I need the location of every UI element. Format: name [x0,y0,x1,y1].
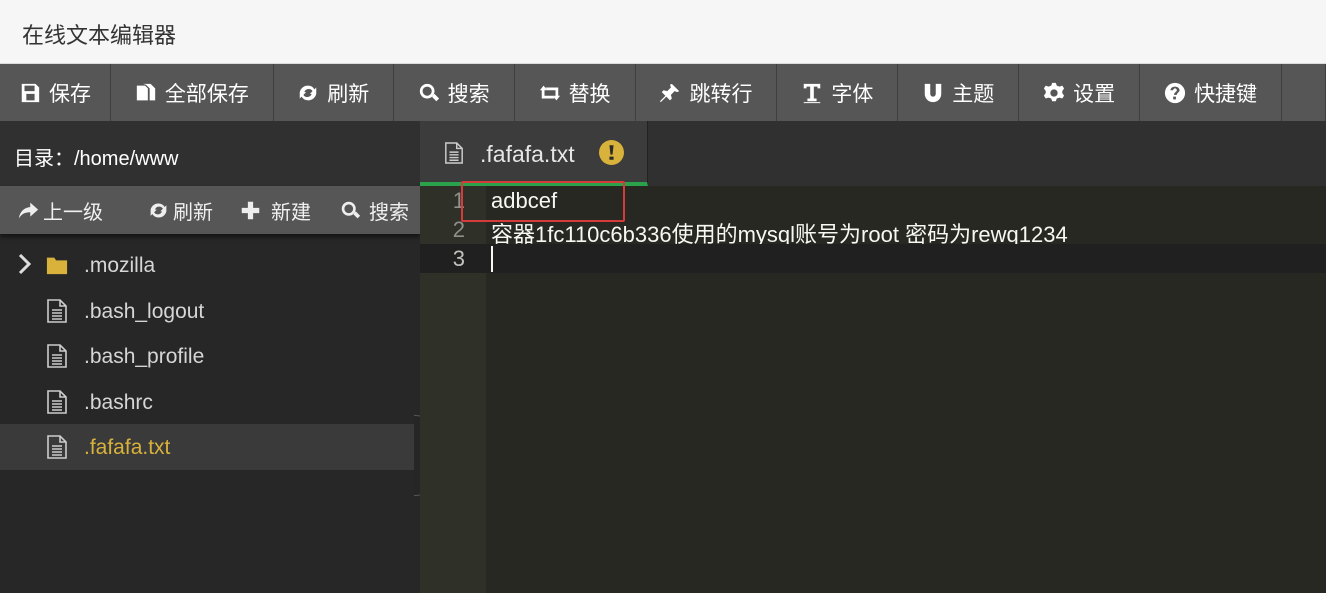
line-number: 2 [452,217,465,242]
directory-path: 目录：/home/www [0,121,420,186]
save-icon [21,83,40,102]
save-all-label: 全部保存 [164,82,249,106]
search-icon [419,83,439,101]
search-icon [341,201,361,218]
file-name: .bashrc [84,390,153,414]
up-level-label: 上一级 [43,201,103,224]
save-button[interactable]: 保存 [0,64,111,121]
tree-item-file-active[interactable]: .fafafa.txt [0,424,420,470]
warning-icon [599,140,624,165]
shortcuts-label: 快捷键 [1194,82,1258,106]
tree-item-folder[interactable]: .mozilla [0,242,420,288]
line-text: adbcef [491,188,558,213]
file-text-icon [47,298,67,323]
sidebar-refresh-button[interactable]: 刷新 [148,186,213,234]
sidebar-refresh-label: 刷新 [173,201,213,224]
editor-tab-bar: .fafafa.txt [420,121,1326,186]
line-number: 1 [452,188,465,213]
sidebar-actions: 上一级 刷新 新建 搜索 [0,186,420,234]
toolbar-spacer [1282,64,1326,121]
tree-item-file[interactable]: .bash_profile [0,333,420,379]
tree-item-file[interactable]: .bashrc [0,379,420,425]
editor-line[interactable]: 2 容器1fc110c6b336使用的mysql账号为root 密码为rewq1… [420,215,1326,247]
refresh-button[interactable]: 刷新 [274,64,394,121]
plus-icon [241,201,260,219]
refresh-icon [150,202,167,218]
goto-line-label: 跳转行 [689,82,753,106]
title-bar: 在线文本编辑器 [0,0,1326,64]
file-text-icon [47,389,67,414]
file-name: .bash_profile [84,345,205,368]
tab-filename: .fafafa.txt [480,141,575,167]
folder-icon [46,257,68,275]
search-button[interactable]: 搜索 [394,64,515,121]
text-icon [804,83,821,103]
theme-button[interactable]: 主题 [898,64,1020,121]
settings-label: 设置 [1073,82,1116,106]
chevron-right-icon[interactable] [16,253,34,275]
file-text-icon [47,344,67,368]
sidebar-search-button[interactable]: 搜索 [340,186,409,234]
goto-line-button[interactable]: 跳转行 [636,64,778,121]
search-label: 搜索 [447,82,490,106]
code-editor[interactable]: 1 adbcef 2 容器1fc110c6b336使用的mysql账号为root… [420,186,1326,593]
refresh-label: 刷新 [327,82,370,106]
editor-line[interactable]: 1 adbcef [420,186,1326,215]
tree-item-file[interactable]: .bash_logout [0,288,420,334]
up-level-button[interactable]: 上一级 [18,186,103,234]
shortcuts-button[interactable]: 快捷键 [1140,64,1283,121]
text-cursor [491,246,493,272]
file-sidebar: 目录：/home/www 上一级 刷新 新建 搜索 .mozilla .bash… [0,121,420,593]
share-arrow-icon [18,202,39,218]
question-icon [1164,82,1186,103]
refresh-icon [300,85,317,100]
file-name: .fafafa.txt [84,436,171,459]
replace-button[interactable]: 替换 [515,64,636,121]
sidebar-search-label: 搜索 [369,201,409,224]
file-tree: .mozilla .bash_logout .bash_profile .bas… [0,242,420,470]
settings-button[interactable]: 设置 [1019,64,1141,121]
gear-icon [1044,82,1065,101]
app-title: 在线文本编辑器 [22,23,177,48]
new-file-label: 新建 [271,201,311,224]
file-text-icon [47,435,67,459]
pin-icon [660,83,680,102]
toolbar: 保存 全部保存 刷新 搜索 替换 跳转行 字体 主题 设置 快捷键 [0,64,1326,121]
copy-icon [136,83,156,100]
replace-label: 替换 [568,82,611,106]
line-number: 3 [452,246,465,271]
save-all-button[interactable]: 全部保存 [111,64,274,121]
editor-line-active[interactable]: 3 [420,244,1326,273]
save-label: 保存 [48,82,91,106]
editor-tab[interactable]: .fafafa.txt [420,121,648,186]
font-button[interactable]: 字体 [777,64,899,121]
font-label: 字体 [831,82,874,106]
new-file-button[interactable]: 新建 [240,186,311,234]
file-name: .bash_logout [84,299,205,323]
file-name: .mozilla [84,254,156,277]
file-text-icon [445,142,463,164]
magnet-icon [925,83,942,102]
retweet-icon [539,85,560,100]
theme-label: 主题 [952,82,995,106]
